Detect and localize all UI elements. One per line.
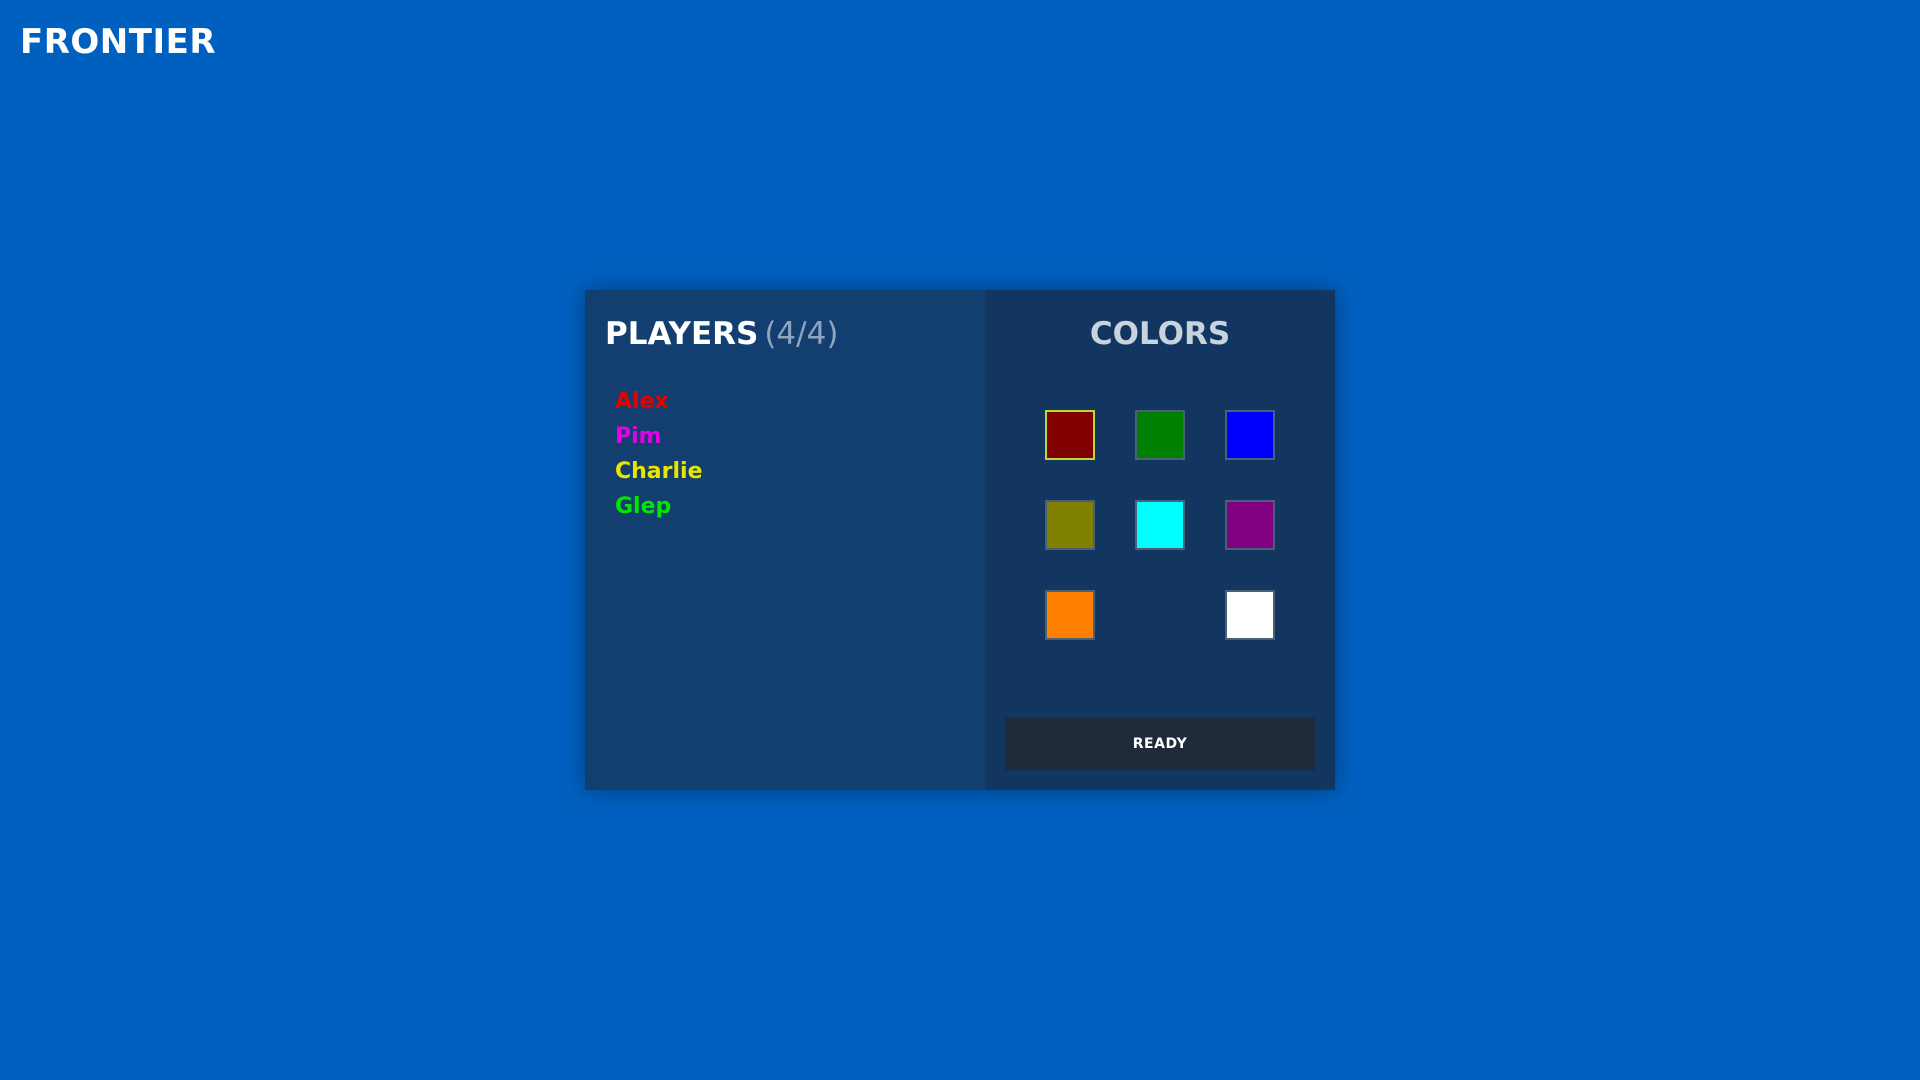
color-swatch[interactable] — [1225, 410, 1275, 460]
colors-panel: COLORS READY — [985, 290, 1335, 790]
color-swatch[interactable] — [1045, 410, 1095, 460]
color-swatch[interactable] — [1135, 500, 1185, 550]
color-swatch-grid — [1045, 410, 1275, 640]
color-swatch-empty — [1135, 590, 1185, 640]
player-item: Pim — [615, 424, 662, 449]
players-heading: PLAYERS (4/4) — [605, 314, 965, 354]
color-swatch[interactable] — [1135, 410, 1185, 460]
color-swatch[interactable] — [1045, 590, 1095, 640]
player-item: Alex — [615, 389, 669, 414]
players-panel: PLAYERS (4/4) Alex Pim Charlie Glep — [585, 290, 985, 790]
ready-button[interactable]: READY — [1005, 718, 1315, 770]
player-list: Alex Pim Charlie Glep — [615, 384, 965, 524]
player-item: Glep — [615, 494, 672, 519]
color-swatch[interactable] — [1045, 500, 1095, 550]
players-count: (4/4) — [764, 316, 839, 352]
lobby-dialog: PLAYERS (4/4) Alex Pim Charlie Glep COLOR… — [585, 290, 1335, 790]
player-item: Charlie — [615, 459, 703, 484]
color-swatch[interactable] — [1225, 500, 1275, 550]
color-swatch[interactable] — [1225, 590, 1275, 640]
colors-heading: COLORS — [1089, 316, 1231, 352]
app-title: FRONTIER — [20, 22, 217, 62]
players-heading-label: PLAYERS — [605, 316, 759, 352]
